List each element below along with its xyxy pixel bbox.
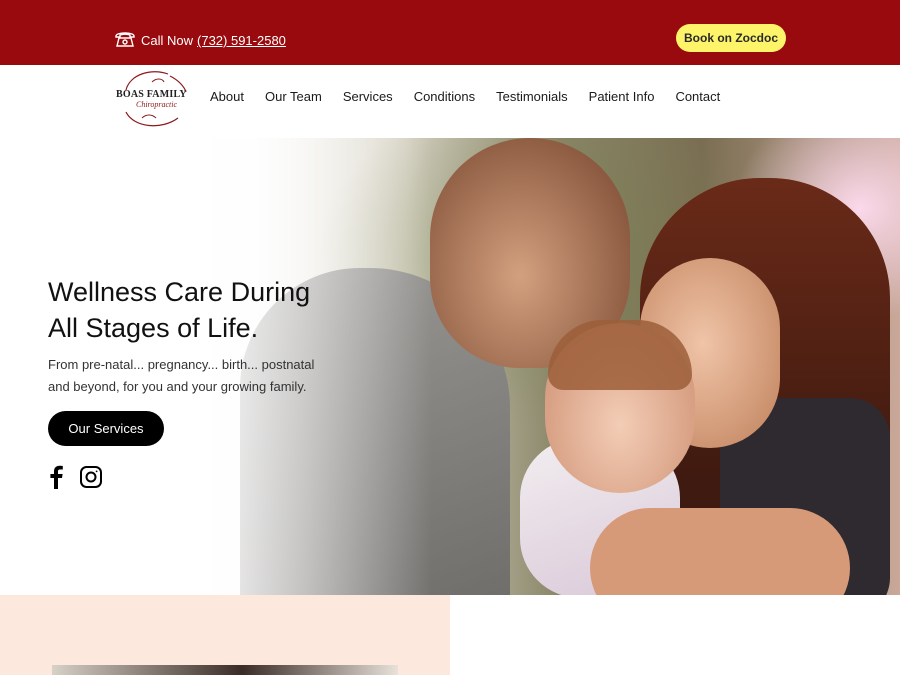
logo-line2: Chiropractic [136, 100, 178, 109]
hero-title: Wellness Care During All Stages of Life. [48, 274, 310, 346]
facebook-icon[interactable] [47, 465, 65, 489]
logo-line1: BOAS FAMILY [116, 89, 187, 100]
hero-subtitle: From pre-natal... pregnancy... birth... … [48, 357, 315, 394]
hero-title-line2: All Stages of Life. [48, 313, 259, 343]
nav-item-patient-info[interactable]: Patient Info [589, 89, 655, 104]
about-section-background [0, 595, 450, 675]
call-now-label: Call Now [141, 33, 194, 48]
hero-section: Wellness Care During All Stages of Life.… [0, 138, 900, 595]
nav-item-about[interactable]: About [210, 89, 244, 104]
top-bar: Call Now (732) 591-2580 Book on Zocdoc [0, 0, 900, 65]
phone-icon [113, 29, 137, 52]
nav-item-conditions[interactable]: Conditions [414, 89, 475, 104]
book-on-zocdoc-button[interactable]: Book on Zocdoc [676, 24, 786, 52]
instagram-icon[interactable] [79, 465, 103, 489]
site-logo[interactable]: BOAS FAMILY Chiropractic [112, 68, 196, 130]
nav-item-contact[interactable]: Contact [675, 89, 720, 104]
social-links [47, 465, 103, 489]
nav-item-testimonials[interactable]: Testimonials [496, 89, 568, 104]
our-services-button[interactable]: Our Services [48, 411, 164, 446]
phone-number[interactable]: (732) 591-2580 [197, 33, 286, 48]
nav-menu: About Our Team Services Conditions Testi… [210, 89, 720, 104]
hero-title-line1: Wellness Care During [48, 277, 311, 307]
call-now-link[interactable]: Call Now (732) 591-2580 [113, 29, 286, 52]
nav-item-our-team[interactable]: Our Team [265, 89, 322, 104]
about-section-photo [52, 665, 398, 675]
main-nav: BOAS FAMILY Chiropractic About Our Team … [0, 65, 900, 138]
nav-item-services[interactable]: Services [343, 89, 393, 104]
